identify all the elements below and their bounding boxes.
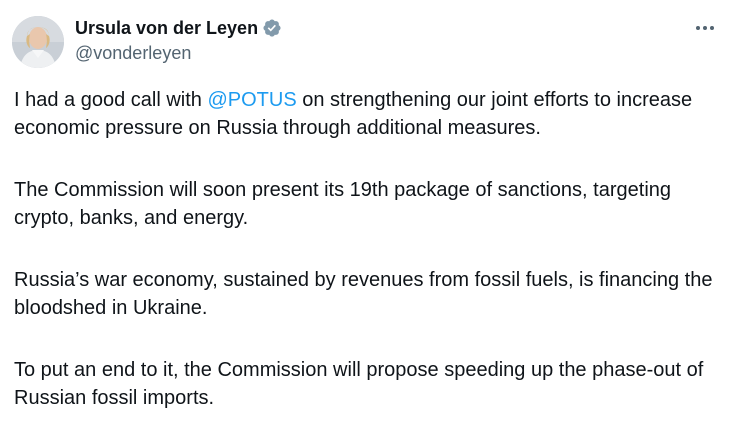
mention-link-potus[interactable]: @POTUS	[207, 89, 296, 111]
more-dot	[710, 26, 714, 30]
verified-badge-icon[interactable]	[262, 18, 282, 38]
more-dot	[696, 26, 700, 30]
tweet-paragraph-4: To put an end to it, the Commission will…	[14, 359, 704, 409]
tweet-paragraph-3: Russia’s war economy, sustained by reven…	[14, 269, 713, 319]
tweet-header: Ursula von der Leyen @vonderleyen	[12, 14, 725, 70]
more-dot	[703, 26, 707, 30]
p1-text-before: I had a good call with	[14, 89, 208, 111]
tweet-paragraph-2: The Commission will soon present its 19t…	[14, 179, 672, 229]
avatar[interactable]	[12, 16, 64, 68]
more-horizontal-icon[interactable]	[691, 18, 719, 38]
display-name[interactable]: Ursula von der Leyen	[75, 18, 258, 39]
author-handle[interactable]: @vonderleyen	[75, 43, 282, 64]
tweet-text: I had a good call with @POTUS on strengt…	[14, 86, 726, 412]
tweet-paragraph-1: I had a good call with @POTUS on strengt…	[14, 86, 726, 142]
name-row: Ursula von der Leyen	[75, 16, 282, 40]
tweet-card: Ursula von der Leyen @vonderleyen I had …	[0, 0, 737, 422]
avatar-image	[12, 16, 64, 68]
author-names: Ursula von der Leyen @vonderleyen	[75, 16, 282, 64]
